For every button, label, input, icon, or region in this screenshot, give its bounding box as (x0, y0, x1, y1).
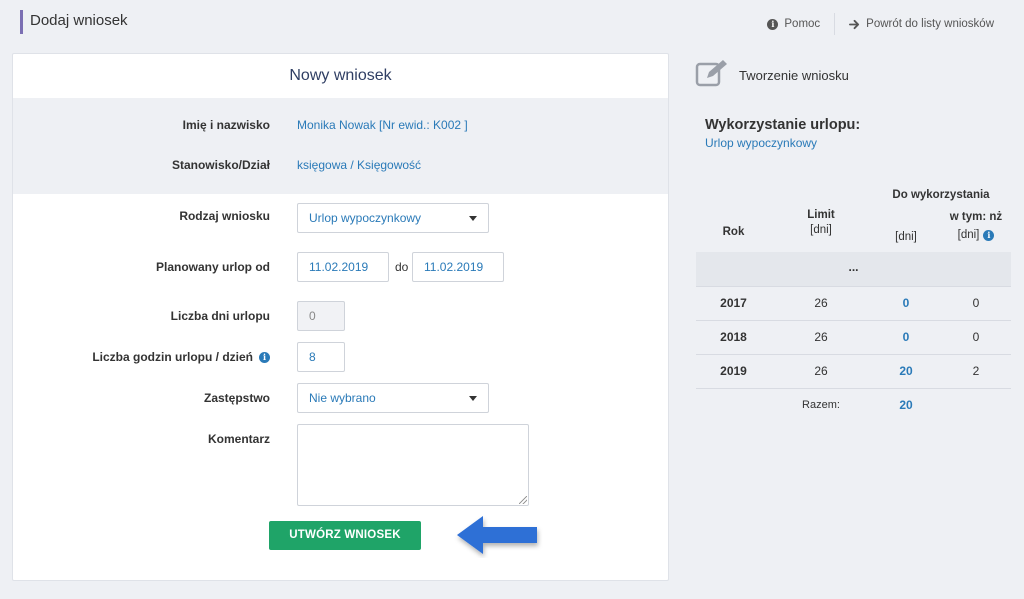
info-circle-icon[interactable]: i (983, 229, 995, 241)
table-row-available: 0 (902, 296, 910, 310)
total-value: 20 (899, 398, 913, 412)
table-row-limit: 26 (814, 296, 828, 310)
ellipsis-text: ... (848, 260, 859, 274)
edit-icon (695, 60, 727, 87)
back-label: Powrót do listy wniosków (866, 18, 994, 30)
position-value: księgowa / Księgowość (297, 158, 422, 172)
table-row-available: 0 (902, 330, 910, 344)
nav-divider (834, 13, 836, 35)
request-type-selected: Urlop wypoczynkowy (309, 211, 422, 225)
name-label: Imię i nazwisko (182, 118, 270, 132)
date-to-input[interactable]: 11.02.2019 (412, 252, 504, 282)
title-accent-bar (20, 10, 23, 34)
employee-info-section (13, 98, 668, 194)
new-request-card: Nowy wniosek Imię i nazwisko Monika Nowa… (12, 53, 669, 581)
back-to-list-link[interactable]: Powrót do listy wniosków (849, 18, 994, 30)
employee-name-value: Monika Nowak [Nr ewid.: K002 ] (297, 118, 468, 132)
available-group-header: Do wykorzystania (892, 189, 990, 201)
card-title: Nowy wniosek (289, 67, 392, 84)
planned-leave-label: Planowany urlop od (155, 260, 270, 274)
leave-days-input: 0 (297, 301, 345, 331)
chevron-down-icon (469, 396, 477, 401)
table-row-year: 2017 (720, 296, 747, 310)
date-to-label: do (395, 260, 409, 274)
table-row-nz: 2 (972, 364, 980, 378)
substitute-selected: Nie wybrano (309, 391, 376, 405)
position-label: Stanowisko/Dział (171, 158, 270, 172)
table-row-limit: 26 (814, 364, 828, 378)
row-divider (696, 388, 1011, 389)
chevron-down-icon (469, 216, 477, 221)
leave-type-label: Urlop wypoczynkowy (705, 136, 818, 150)
row-divider (696, 320, 1011, 321)
page-title: Dodaj wniosek (30, 12, 128, 29)
table-row-nz: 0 (972, 330, 980, 344)
help-link[interactable]: i Pomoc (767, 18, 820, 30)
comment-label: Komentarz (207, 432, 270, 446)
request-type-select[interactable]: Urlop wypoczynkowy (297, 203, 489, 233)
leave-days-label: Liczba dni urlopu (170, 309, 270, 323)
row-divider (696, 286, 1011, 287)
total-label: Razem: (802, 399, 840, 411)
top-bar: Dodaj wniosek i Pomoc Powrót do listy wn… (0, 0, 1024, 44)
info-circle-icon[interactable]: i (259, 351, 270, 363)
nz-column-header: w tym: nż [dni] i (949, 211, 1003, 241)
leave-usage-title: Wykorzystanie urlopu: (705, 117, 861, 133)
year-column-header: Rok (722, 226, 745, 238)
substitute-label: Zastępstwo (203, 391, 270, 405)
table-row-nz: 0 (972, 296, 980, 310)
date-from-input[interactable]: 11.02.2019 (297, 252, 389, 282)
limit-column-header: Limit [dni] (807, 209, 835, 236)
create-request-button[interactable]: UTWÓRZ WNIOSEK (269, 521, 421, 550)
top-navigation: i Pomoc Powrót do listy wniosków (767, 13, 994, 35)
create-request-header: Tworzenie wniosku (695, 58, 849, 88)
arrow-right-icon (849, 19, 860, 29)
request-type-label: Rodzaj wniosku (179, 209, 270, 223)
info-circle-icon: i (767, 18, 779, 30)
row-divider (696, 354, 1011, 355)
table-row-limit: 26 (814, 330, 828, 344)
hours-per-day-label: Liczba godzin urlopu / dzień i (92, 350, 270, 364)
create-request-label: Tworzenie wniosku (739, 67, 849, 83)
hours-per-day-input[interactable]: 8 (297, 342, 345, 372)
table-row-year: 2018 (720, 330, 747, 344)
substitute-select[interactable]: Nie wybrano (297, 383, 489, 413)
table-row-year: 2019 (720, 364, 747, 378)
comment-textarea[interactable] (297, 424, 529, 506)
table-row-available: 20 (899, 364, 913, 378)
available-days-column-header: [dni] (895, 231, 917, 243)
help-label: Pomoc (784, 18, 821, 30)
arrow-left-icon (457, 516, 537, 554)
